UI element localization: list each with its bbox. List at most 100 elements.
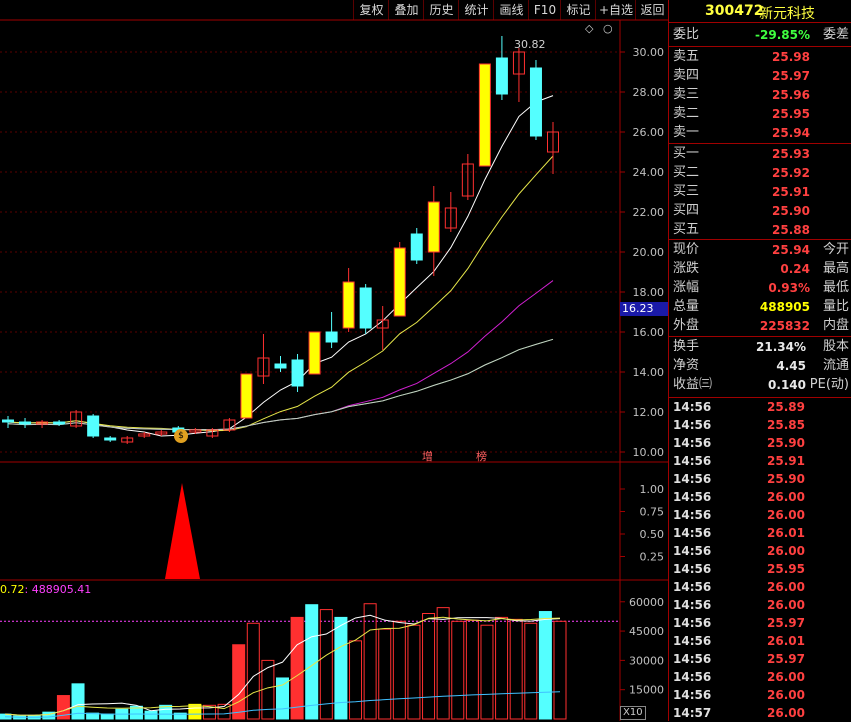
ask-row[interactable]: 卖一 25.94 [671, 124, 850, 142]
ask-row[interactable]: 卖二 25.95 [671, 105, 850, 123]
ask-row[interactable]: 卖四 25.97 [671, 67, 850, 85]
volume-axis-label: 60000 [629, 596, 664, 609]
tick-row: 14:56 26.01 [671, 632, 850, 650]
bid-row[interactable]: 买二 25.92 [671, 164, 850, 182]
bid-row[interactable]: 买三 25.91 [671, 183, 850, 201]
volume-bar [144, 710, 158, 720]
candle-body [529, 67, 542, 137]
volume-axis-label: 15000 [629, 684, 664, 697]
ask-label: 卖三 [673, 87, 700, 102]
tick-time: 14:56 [673, 436, 712, 450]
candle-body [19, 421, 32, 425]
stat-row: 涨跌 0.24 最高 [671, 260, 850, 278]
ask-row[interactable]: 卖三 25.96 [671, 86, 850, 104]
quote-panel: 300472 新元科技 委比 -29.85% 委差 卖五 25.98 卖四 25.97… [668, 0, 851, 721]
tick-price: 25.95 [767, 562, 805, 576]
stat-value: 25.94 [772, 243, 810, 257]
volume-bar [392, 620, 406, 720]
stat2-label-2: PE(动) [809, 377, 849, 392]
stat-value: 0.93% [768, 281, 810, 295]
tick-time: 14:56 [673, 508, 712, 522]
volume-header: 0.72: 488905.41 [0, 583, 91, 596]
volume-bar [276, 677, 289, 720]
ask-label: 卖二 [673, 106, 700, 121]
tick-time: 14:56 [673, 580, 712, 594]
tick-row: 14:56 26.00 [671, 488, 850, 506]
tick-row: 14:57 26.00 [671, 704, 850, 722]
tick-price: 25.90 [767, 436, 805, 450]
diamond-icon[interactable]: ◇ [585, 22, 593, 35]
candle-body [274, 363, 287, 369]
tick-row: 14:56 26.00 [671, 596, 850, 614]
stock-header: 300472 新元科技 [669, 0, 851, 22]
tick-time: 14:56 [673, 634, 712, 648]
signal-label-list: 榜 [476, 450, 487, 463]
tick-time: 14:56 [673, 490, 712, 504]
signal-label-increase: 增 [422, 450, 433, 463]
moving-average-line [7, 280, 554, 431]
stat-label-2: 最高 [822, 261, 849, 276]
tick-time: 14:56 [673, 418, 712, 432]
stock-code: 300472 [705, 3, 764, 19]
stat-label: 涨跌 [673, 261, 700, 276]
ask-price: 25.95 [772, 107, 810, 121]
stat-row: 总量 488905 量比 [671, 298, 850, 316]
tick-price: 26.00 [767, 544, 805, 558]
bid-row[interactable]: 买一 25.93 [671, 145, 850, 163]
volume-bar [232, 644, 246, 720]
tick-row: 14:56 26.00 [671, 686, 850, 704]
stat-value: 0.24 [780, 262, 810, 276]
weibi-label: 委比 [673, 27, 700, 42]
tick-time: 14:56 [673, 688, 712, 702]
price-axis-label: 30.00 [633, 46, 665, 59]
bid-price: 25.93 [772, 147, 810, 161]
candle-body [478, 63, 491, 167]
candle-body [87, 415, 100, 437]
stat2-label-2: 流通 [822, 358, 849, 373]
volume-bar [553, 620, 567, 720]
weibi-value: -29.85% [755, 28, 810, 42]
bid-price: 25.91 [772, 185, 810, 199]
candle-body [240, 373, 253, 419]
candle-body [410, 233, 423, 261]
stat-row: 外盘 225832 内盘 [671, 317, 850, 335]
volume-bar [334, 616, 348, 720]
ask-row[interactable]: 卖五 25.98 [671, 48, 850, 66]
volume-bar [290, 616, 304, 720]
tick-time: 14:57 [673, 706, 712, 720]
stat-label: 现价 [673, 242, 700, 257]
volume-bar [465, 619, 479, 720]
bid-row[interactable]: 买四 25.90 [671, 202, 850, 220]
candle-body [104, 437, 117, 441]
price-axis-label: 22.00 [633, 206, 665, 219]
bid-row[interactable]: 买五 25.88 [671, 221, 850, 239]
kline-chart[interactable]: 30.00 28.00 26.00 24.00 22.00 20.00 18.00 16.00… [0, 0, 668, 721]
stat2-value: 0.140 [768, 378, 806, 392]
tick-price: 25.97 [767, 652, 805, 666]
indicator-axis-label: 0.75 [640, 506, 665, 519]
candle-body [325, 331, 338, 343]
volume-bar [378, 628, 392, 720]
bid-label: 买一 [673, 146, 700, 161]
tick-price: 26.00 [767, 706, 805, 720]
price-axis-label: 16.00 [633, 326, 665, 339]
stat2-row: 净资 4.45 流通 [671, 357, 850, 375]
tick-price: 25.97 [767, 616, 805, 630]
tick-row: 14:56 26.00 [671, 578, 850, 596]
price-axis-label: 10.00 [633, 446, 665, 459]
volume-bar [480, 624, 494, 720]
volume-bar [100, 713, 114, 720]
tick-row: 14:56 25.89 [671, 398, 850, 416]
ask-label: 卖一 [673, 125, 700, 140]
volume-bar [436, 607, 450, 720]
tick-price: 26.00 [767, 490, 805, 504]
settings-icon[interactable]: ○ [603, 22, 613, 35]
candle-body [308, 331, 321, 375]
zoom-label[interactable]: X10 [620, 706, 646, 720]
tick-time: 14:56 [673, 562, 712, 576]
price-axis-label: 12.00 [633, 406, 665, 419]
tick-price: 26.00 [767, 688, 805, 702]
money-bag-icon[interactable]: $ [174, 429, 188, 443]
indicator-axis-label: 1.00 [640, 483, 665, 496]
stat-label-2: 量比 [822, 299, 849, 314]
